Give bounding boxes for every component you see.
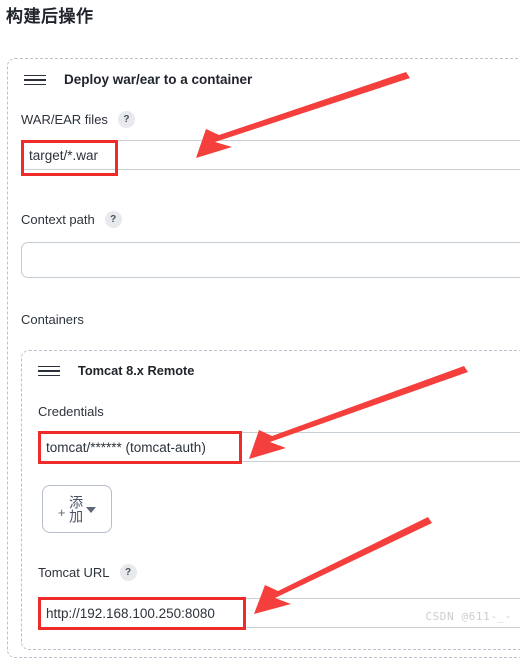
context-path-label-text: Context path [21, 212, 95, 227]
war-ear-files-label-text: WAR/EAR files [21, 112, 108, 127]
watermark: CSDN @611-_- [425, 610, 512, 623]
context-path-input[interactable] [21, 242, 520, 278]
page-title: 构建后操作 [6, 7, 94, 26]
credentials-label-text: Credentials [38, 404, 104, 419]
add-button-label: 添加 [68, 495, 85, 523]
war-ear-files-input[interactable]: target/*.war [21, 140, 520, 170]
chevron-down-icon[interactable] [86, 507, 97, 513]
drag-handle-icon[interactable] [38, 364, 60, 378]
add-credentials-button[interactable]: + 添加 [42, 485, 112, 533]
containers-label: Containers [21, 312, 84, 327]
credentials-label: Credentials [38, 404, 104, 419]
tomcat-url-label-text: Tomcat URL [38, 565, 110, 580]
containers-label-text: Containers [21, 312, 84, 327]
plus-icon: + [57, 504, 66, 520]
help-icon[interactable]: ? [117, 111, 135, 128]
deploy-war-ear-header[interactable]: Deploy war/ear to a container [24, 72, 252, 87]
context-path-label: Context path ? [21, 211, 122, 228]
help-icon[interactable]: ? [104, 211, 122, 228]
war-ear-files-label: WAR/EAR files ? [21, 111, 135, 128]
credentials-input[interactable]: tomcat/****** (tomcat-auth) [38, 432, 520, 462]
drag-handle-icon[interactable] [24, 73, 46, 87]
deploy-war-ear-title: Deploy war/ear to a container [64, 72, 253, 87]
help-icon[interactable]: ? [119, 564, 137, 581]
tomcat-remote-header[interactable]: Tomcat 8.x Remote [38, 363, 194, 378]
tomcat-remote-title: Tomcat 8.x Remote [78, 363, 195, 378]
tomcat-url-label: Tomcat URL ? [38, 564, 137, 581]
